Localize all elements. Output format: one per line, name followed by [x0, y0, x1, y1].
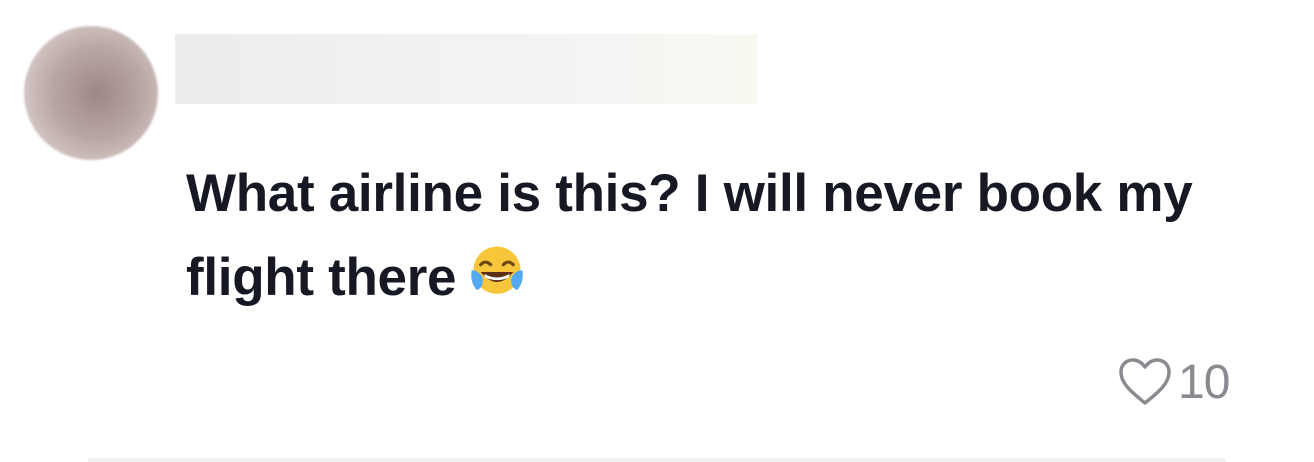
comment-body: What airline is this? I will never book … — [186, 164, 1193, 307]
username-redacted — [175, 34, 757, 104]
like-count: 10 — [1178, 355, 1230, 409]
comment-text: What airline is this? I will never book … — [186, 152, 1266, 320]
like-button[interactable]: 10 — [1118, 352, 1230, 412]
face-with-tears-of-joy-icon — [471, 246, 523, 294]
heart-icon — [1119, 358, 1171, 405]
comment-item[interactable]: What airline is this? I will never book … — [0, 0, 1314, 462]
avatar[interactable] — [24, 26, 158, 160]
divider — [88, 458, 1226, 462]
